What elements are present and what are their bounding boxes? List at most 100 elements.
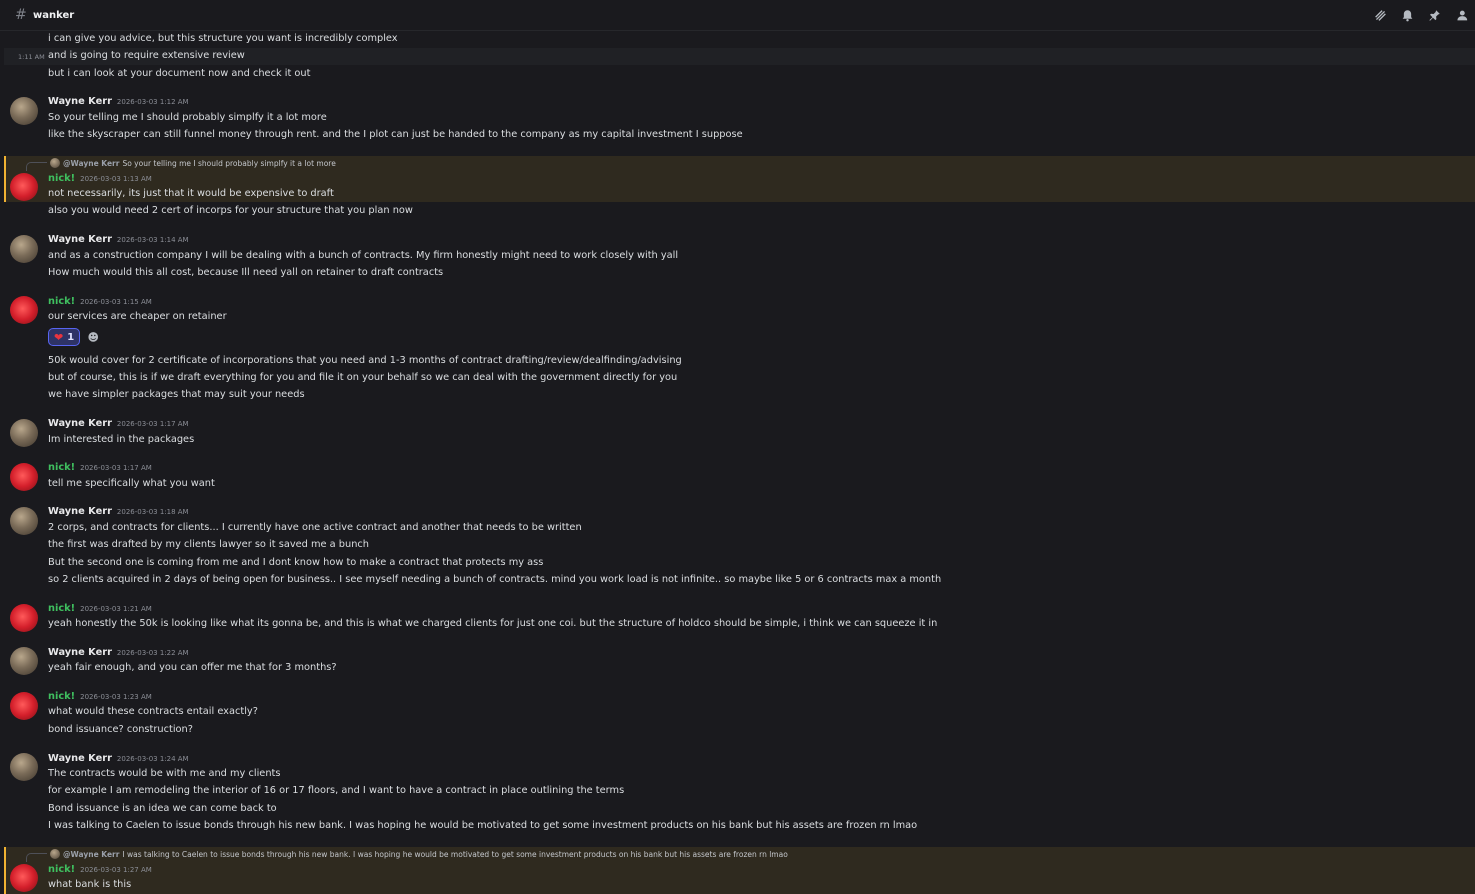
message-text: Im interested in the packages — [48, 434, 195, 445]
message-header: Wayne Kerr 2026-03-03 1:12 AM — [48, 96, 189, 107]
timestamp: 2026-03-03 1:17 AM — [80, 464, 152, 472]
reply-text: I was talking to Caelen to issue bonds t… — [122, 849, 788, 859]
username[interactable]: nick! — [48, 173, 75, 184]
message-text: yeah fair enough, and you can offer me t… — [48, 662, 337, 673]
message-text: yeah honestly the 50k is looking like wh… — [48, 618, 938, 629]
timestamp: 2026-03-03 1:12 AM — [116, 98, 189, 106]
message-text: So your telling me I should probably sim… — [48, 112, 327, 123]
channel-title: wanker — [33, 9, 75, 21]
avatar[interactable] — [10, 647, 38, 675]
heart-icon: ❤ — [54, 330, 64, 344]
pin-icon[interactable] — [1421, 7, 1448, 23]
message-text: But the second one is coming from me and… — [48, 557, 544, 568]
message-text: what bank is this — [48, 879, 132, 890]
message-text: our services are cheaper on retainer — [48, 311, 227, 322]
reply-preview[interactable]: @Wayne Kerr So your telling me I should … — [26, 155, 336, 171]
message-header: Wayne Kerr 2026-03-03 1:17 AM — [48, 418, 189, 429]
avatar[interactable] — [10, 419, 38, 447]
mention-bar — [4, 847, 6, 894]
avatar[interactable] — [10, 692, 38, 720]
timestamp: 2026-03-03 1:17 AM — [116, 420, 189, 428]
avatar[interactable] — [10, 97, 38, 125]
message-text: and as a construction company I will be … — [48, 250, 679, 261]
message-header: nick! 2026-03-03 1:23 AM — [48, 691, 152, 702]
message-header: Wayne Kerr 2026-03-03 1:22 AM — [48, 647, 189, 658]
message-text: not necessarily, its just that it would … — [48, 188, 334, 199]
avatar[interactable] — [10, 296, 38, 324]
username[interactable]: nick! — [48, 691, 75, 702]
message-text: so 2 clients acquired in 2 days of being… — [48, 574, 942, 585]
message-text: and is going to require extensive review — [48, 50, 245, 61]
reaction-count: 1 — [67, 331, 75, 343]
message-text: but i can look at your document now and … — [48, 68, 311, 79]
username[interactable]: Wayne Kerr — [48, 418, 112, 429]
avatar[interactable] — [10, 235, 38, 263]
message-list: i can give you advice, but this structur… — [0, 31, 1475, 894]
channel-hash-icon: # — [15, 7, 27, 23]
message-text: Bond issuance is an idea we can come bac… — [48, 803, 277, 814]
username[interactable]: nick! — [48, 296, 75, 307]
message-header: nick! 2026-03-03 1:27 AM — [48, 864, 152, 875]
heart-reaction[interactable]: ❤ 1 — [48, 328, 81, 346]
username[interactable]: Wayne Kerr — [48, 96, 112, 107]
message-text: we have simpler packages that may suit y… — [48, 389, 305, 400]
timestamp: 2026-03-03 1:24 AM — [116, 755, 189, 763]
message-header: nick! 2026-03-03 1:17 AM — [48, 462, 152, 473]
username[interactable]: Wayne Kerr — [48, 753, 112, 764]
message-text: also you would need 2 cert of incorps fo… — [48, 205, 413, 216]
avatar[interactable] — [10, 753, 38, 781]
message-text: The contracts would be with me and my cl… — [48, 768, 281, 779]
reply-preview[interactable]: @Wayne Kerr I was talking to Caelen to i… — [26, 846, 788, 862]
message-text: tell me specifically what you want — [48, 478, 215, 489]
avatar[interactable] — [10, 604, 38, 632]
timestamp: 2026-03-03 1:13 AM — [80, 175, 152, 183]
message-text: like the skyscraper can still funnel mon… — [48, 129, 743, 140]
hover-timestamp: 1:11 AM — [18, 53, 45, 61]
avatar[interactable] — [10, 507, 38, 535]
timestamp: 2026-03-03 1:23 AM — [80, 693, 152, 701]
username[interactable]: nick! — [48, 462, 75, 473]
reactions-bar: ❤ 1 ☻ — [48, 328, 102, 346]
message-text: I was talking to Caelen to issue bonds t… — [48, 820, 918, 831]
username[interactable]: Wayne Kerr — [48, 234, 112, 245]
timestamp: 2026-03-03 1:14 AM — [116, 236, 189, 244]
timestamp: 2026-03-03 1:27 AM — [80, 866, 152, 874]
username[interactable]: Wayne Kerr — [48, 506, 112, 517]
add-reaction-icon[interactable]: ☻ — [84, 328, 102, 346]
timestamp: 2026-03-03 1:15 AM — [80, 298, 152, 306]
bell-icon[interactable] — [1394, 7, 1421, 23]
message-text: bond issuance? construction? — [48, 724, 193, 735]
username[interactable]: nick! — [48, 864, 75, 875]
reply-author: @Wayne Kerr — [63, 158, 120, 168]
timestamp: 2026-03-03 1:18 AM — [116, 508, 189, 516]
message-text: what would these contracts entail exactl… — [48, 706, 258, 717]
members-icon[interactable] — [1448, 7, 1475, 23]
avatar[interactable] — [10, 864, 38, 892]
message-header: nick! 2026-03-03 1:13 AM — [48, 173, 152, 184]
message-text: but of course, this is if we draft every… — [48, 372, 678, 383]
reply-spine — [26, 853, 47, 862]
timestamp: 2026-03-03 1:22 AM — [116, 649, 189, 657]
timestamp: 2026-03-03 1:21 AM — [80, 605, 152, 613]
reply-spine — [26, 162, 47, 171]
username[interactable]: nick! — [48, 603, 75, 614]
reply-author: @Wayne Kerr — [63, 849, 120, 859]
channel-header: # wanker — [0, 0, 1475, 31]
message-text: for example I am remodeling the interior… — [48, 785, 625, 796]
avatar[interactable] — [10, 463, 38, 491]
message-text: i can give you advice, but this structur… — [48, 33, 398, 44]
avatar[interactable] — [10, 173, 38, 201]
header-toolbar — [1367, 7, 1475, 23]
message-text: the first was drafted by my clients lawy… — [48, 539, 370, 550]
reply-text: So your telling me I should probably sim… — [122, 158, 336, 168]
mention-bar — [4, 156, 6, 202]
reply-avatar — [50, 849, 60, 859]
message-header: nick! 2026-03-03 1:15 AM — [48, 296, 152, 307]
username[interactable]: Wayne Kerr — [48, 647, 112, 658]
message-text: How much would this all cost, because Il… — [48, 267, 444, 278]
threads-icon[interactable] — [1367, 7, 1394, 23]
reply-avatar — [50, 158, 60, 168]
message-text: 2 corps, and contracts for clients... I … — [48, 522, 582, 533]
message-header: Wayne Kerr 2026-03-03 1:24 AM — [48, 753, 189, 764]
message-header: Wayne Kerr 2026-03-03 1:18 AM — [48, 506, 189, 517]
